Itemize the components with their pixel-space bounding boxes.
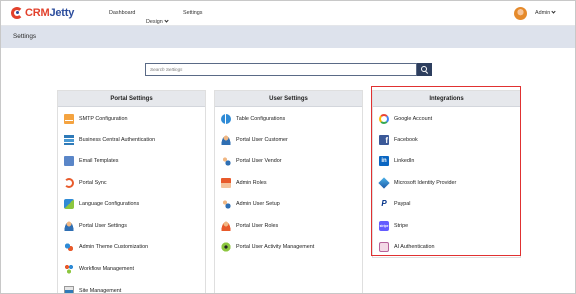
setting-label: Table Configurations	[236, 116, 286, 122]
user-settings-icon	[64, 221, 74, 231]
nav-design-label: Design	[146, 19, 163, 25]
logo-mark-icon	[11, 7, 23, 19]
setting-portal-user-activity-management[interactable]: Portal User Activity Management	[221, 240, 314, 254]
setting-label: Admin User Setup	[236, 201, 280, 207]
activity-icon	[221, 242, 231, 252]
user-vendor-icon	[221, 156, 231, 166]
workflow-icon	[64, 264, 74, 274]
setting-label: Portal User Activity Management	[236, 244, 315, 250]
nav-settings[interactable]: Settings	[183, 10, 202, 16]
setting-label: Admin Theme Customization	[79, 244, 149, 250]
language-icon	[64, 199, 74, 209]
page-title: Settings	[13, 33, 37, 40]
logo-text-jetty: Jetty	[49, 7, 75, 19]
admin-roles-icon	[221, 178, 231, 188]
user-roles-icon	[221, 221, 231, 231]
crmjetty-logo[interactable]: CRM Jetty	[11, 6, 74, 20]
portal-settings-panel: Portal Settings SMTP Configuration Busin…	[57, 90, 206, 294]
user-settings-panel: User Settings Table Configurations Porta…	[214, 90, 363, 293]
setting-label: Portal User Customer	[236, 137, 288, 143]
setting-portal-user-customer[interactable]: Portal User Customer	[221, 133, 288, 147]
setting-site-management[interactable]: Site Management	[64, 284, 122, 294]
setting-workflow-management[interactable]: Workflow Management	[64, 262, 134, 276]
theme-icon	[64, 242, 74, 252]
setting-portal-user-vendor[interactable]: Portal User Vendor	[221, 154, 282, 168]
setting-label: Workflow Management	[79, 266, 135, 272]
setting-language-configurations[interactable]: Language Configurations	[64, 197, 139, 211]
nav-dashboard[interactable]: Dashboard	[109, 10, 135, 16]
setting-label: Email Templates	[79, 158, 119, 164]
setting-email-templates[interactable]: Email Templates	[64, 154, 118, 168]
chevron-down-icon	[164, 18, 169, 23]
user-customer-icon	[221, 135, 231, 145]
table-config-icon	[221, 114, 231, 124]
page-title-bar: Settings	[1, 26, 575, 48]
email-template-icon	[64, 156, 74, 166]
setting-admin-user-setup[interactable]: Admin User Setup	[221, 197, 280, 211]
business-central-icon	[64, 135, 74, 145]
setting-smtp-configuration[interactable]: SMTP Configuration	[64, 112, 127, 126]
setting-label: Admin Roles	[236, 180, 267, 186]
setting-label: Portal User Vendor	[236, 158, 282, 164]
setting-portal-user-roles[interactable]: Portal User Roles	[221, 219, 278, 233]
integrations-highlight-box	[371, 86, 521, 256]
logo-text-crm: CRM	[25, 7, 50, 19]
app-window: CRM Jetty Dashboard Design Settings Admin…	[0, 0, 576, 294]
site-icon	[64, 286, 74, 293]
setting-label: Site Management	[79, 288, 122, 294]
search-input[interactable]: Search Settings	[145, 63, 417, 76]
user-menu-label: Admin	[535, 10, 551, 16]
setting-admin-theme-customization[interactable]: Admin Theme Customization	[64, 240, 148, 254]
mail-settings-icon	[64, 114, 74, 124]
search-placeholder: Search Settings	[150, 67, 183, 72]
admin-user-setup-icon	[221, 199, 231, 209]
setting-admin-roles[interactable]: Admin Roles	[221, 176, 267, 190]
chevron-down-icon	[551, 9, 556, 14]
setting-label: Portal User Settings	[79, 223, 127, 229]
setting-business-central-authentication[interactable]: Business Central Authentication	[64, 133, 155, 147]
user-avatar[interactable]	[514, 7, 527, 20]
panel-title: User Settings	[215, 91, 362, 107]
panel-title: Portal Settings	[58, 91, 205, 107]
sync-icon	[64, 178, 74, 188]
setting-label: Portal Sync	[79, 180, 107, 186]
setting-label: SMTP Configuration	[79, 116, 128, 122]
setting-portal-user-settings[interactable]: Portal User Settings	[64, 219, 127, 233]
user-menu[interactable]: Admin	[535, 9, 556, 16]
search-icon	[420, 65, 427, 72]
setting-table-configurations[interactable]: Table Configurations	[221, 112, 285, 126]
setting-label: Portal User Roles	[236, 223, 279, 229]
top-navbar: CRM Jetty Dashboard Design Settings Admin	[1, 1, 575, 26]
setting-label: Language Configurations	[79, 201, 140, 207]
setting-label: Business Central Authentication	[79, 137, 156, 143]
setting-portal-sync[interactable]: Portal Sync	[64, 176, 107, 190]
search-button[interactable]	[417, 63, 432, 76]
